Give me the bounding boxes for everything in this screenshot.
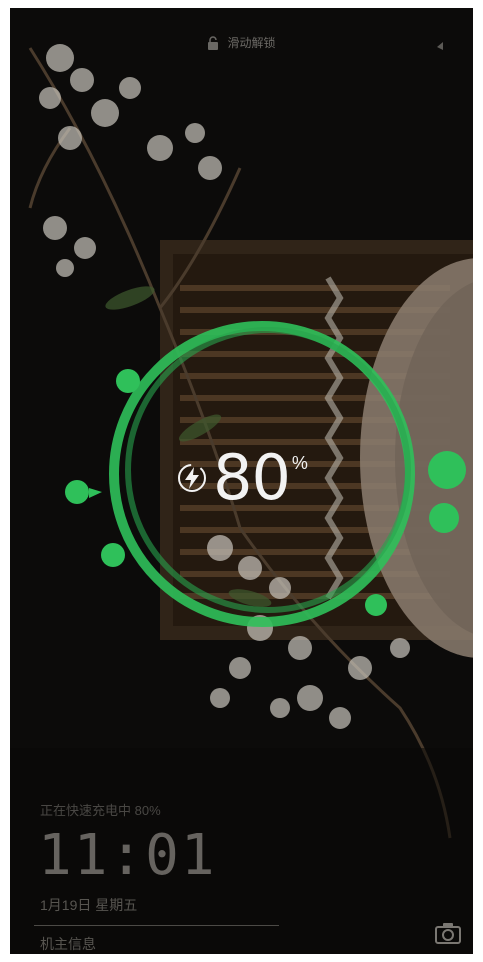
battery-percent-sign: % [291,453,308,473]
charging-status-text: 正在快速充电中 80% [40,803,161,818]
lockscreen: 滑动解锁 80 % 正在快速充电中 80% 11:01 1月19日 星期五 机主… [10,8,473,954]
camera-icon[interactable] [435,922,461,944]
clock-date: 1月19日 星期五 [40,897,138,913]
super-charge-bolt-icon [178,464,206,492]
owner-info: 机主信息 [40,936,96,952]
clock-time: 11:01 [38,823,217,888]
battery-readout: 80 % [175,443,308,513]
battery-percent: 80 [213,441,291,514]
divider [34,925,279,926]
